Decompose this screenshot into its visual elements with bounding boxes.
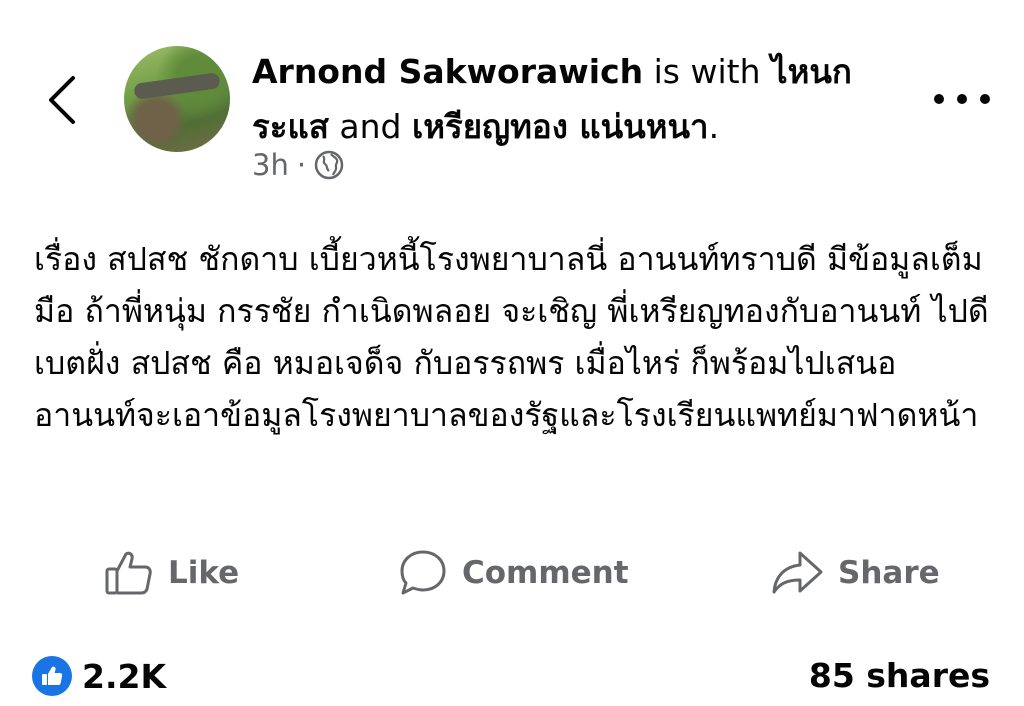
like-reaction-icon — [32, 656, 72, 696]
more-icon-dot — [957, 94, 967, 104]
avatar[interactable] — [124, 46, 230, 152]
author-name[interactable]: Arnond Sakworawich — [252, 52, 643, 91]
post-stats: 2.2K 85 shares — [0, 650, 1024, 706]
chevron-left-icon — [49, 76, 75, 124]
like-button[interactable]: Like — [104, 548, 239, 598]
and-text: and — [328, 107, 412, 146]
like-label: Like — [168, 555, 240, 591]
globe-icon — [314, 150, 344, 180]
comment-button[interactable]: Comment — [398, 548, 629, 598]
post-text: เรื่อง สปสช ชักดาบ เบี้ยวหนี้โรงพยาบาลนี… — [34, 240, 989, 434]
post-header: Arnond Sakworawich is with ไหนก ระแส and… — [252, 44, 892, 154]
share-button[interactable]: Share — [770, 548, 940, 598]
comment-icon — [400, 550, 446, 595]
header-period: . — [708, 107, 720, 146]
more-icon-dot — [934, 94, 944, 104]
share-label: Share — [838, 555, 940, 591]
comment-label: Comment — [462, 555, 629, 591]
more-options-button[interactable] — [934, 86, 990, 112]
post-meta: 3h · — [252, 148, 344, 182]
likes-count: 2.2K — [82, 656, 167, 696]
thumbs-up-icon — [105, 551, 152, 595]
shares-count[interactable]: 85 shares — [809, 656, 990, 695]
avatar-image-detail — [133, 72, 221, 100]
share-icon — [772, 551, 823, 594]
more-icon-dot — [980, 94, 990, 104]
reaction-summary[interactable]: 2.2K — [32, 656, 166, 696]
with-text: is with — [643, 52, 771, 91]
post-time[interactable]: 3h — [252, 148, 289, 182]
tagged-person-2[interactable]: เหรียญทอง แน่นหนา — [412, 107, 709, 146]
meta-separator: · — [296, 148, 307, 182]
back-button[interactable] — [38, 70, 86, 130]
action-bar: Like Comment Share — [0, 540, 1024, 610]
